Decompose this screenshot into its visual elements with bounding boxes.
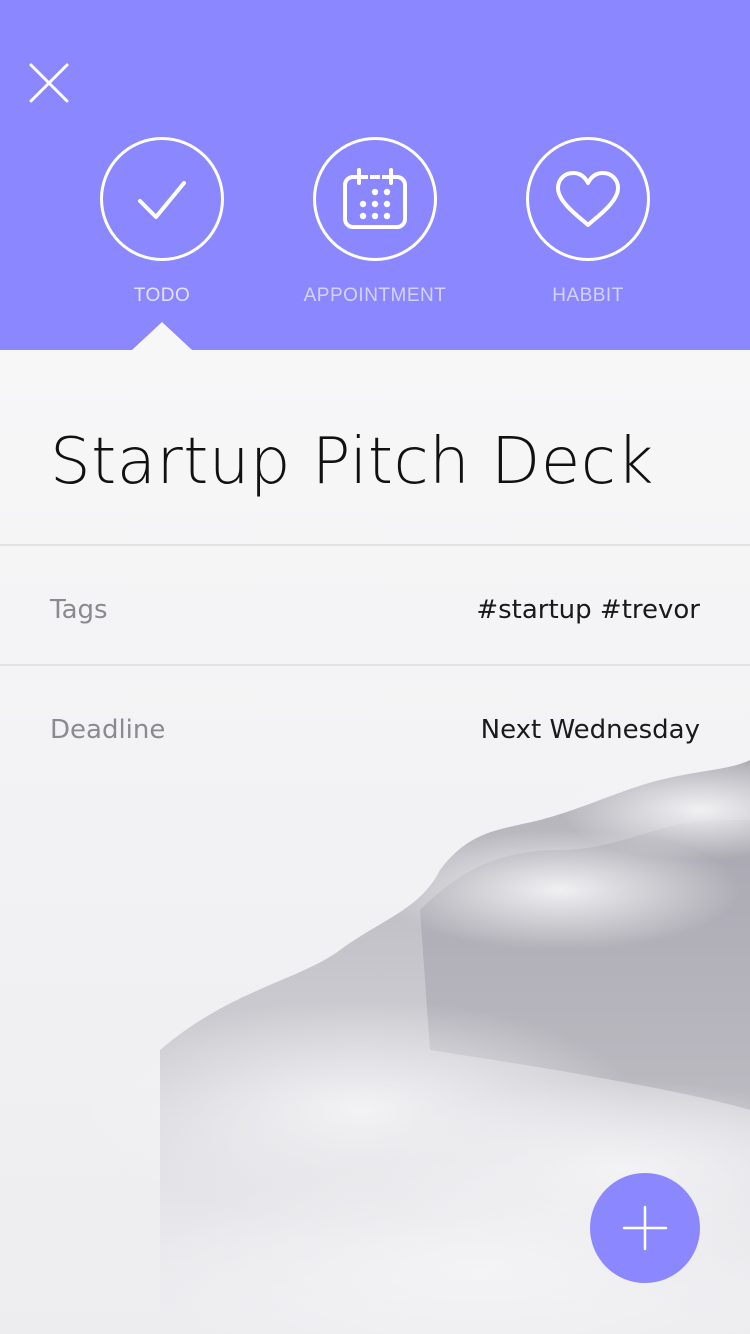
- task-title[interactable]: Startup Pitch Deck: [50, 420, 710, 504]
- add-button[interactable]: [590, 1173, 700, 1283]
- deadline-label: Deadline: [50, 715, 166, 745]
- tab-habbit-circle: [526, 137, 650, 261]
- close-icon: [29, 63, 69, 103]
- deadline-value: Next Wednesday: [480, 715, 700, 745]
- divider: [0, 544, 750, 546]
- tab-appointment-label: APPOINTMENT: [303, 285, 447, 306]
- tab-todo-label: TODO: [133, 285, 191, 306]
- type-selector-header: TODO APPOINTMENT HABBIT: [0, 0, 750, 350]
- tab-todo[interactable]: TODO: [77, 137, 247, 307]
- heart-icon: [556, 171, 620, 227]
- tab-appointment[interactable]: APPOINTMENT: [290, 137, 460, 307]
- check-icon: [138, 181, 186, 219]
- tab-habbit[interactable]: HABBIT: [503, 137, 673, 307]
- active-tab-indicator: [132, 322, 192, 350]
- tab-habbit-label: HABBIT: [552, 285, 624, 306]
- tags-row[interactable]: Tags #startup #trevor: [50, 580, 700, 640]
- divider: [0, 664, 750, 666]
- deadline-row[interactable]: Deadline Next Wednesday: [50, 700, 700, 760]
- plus-icon: [622, 1205, 668, 1251]
- tags-value: #startup #trevor: [476, 595, 700, 625]
- tab-appointment-circle: [313, 137, 437, 261]
- tab-todo-circle: [100, 137, 224, 261]
- tags-label: Tags: [50, 595, 108, 625]
- close-button[interactable]: [28, 62, 70, 104]
- calendar-icon: [343, 168, 407, 229]
